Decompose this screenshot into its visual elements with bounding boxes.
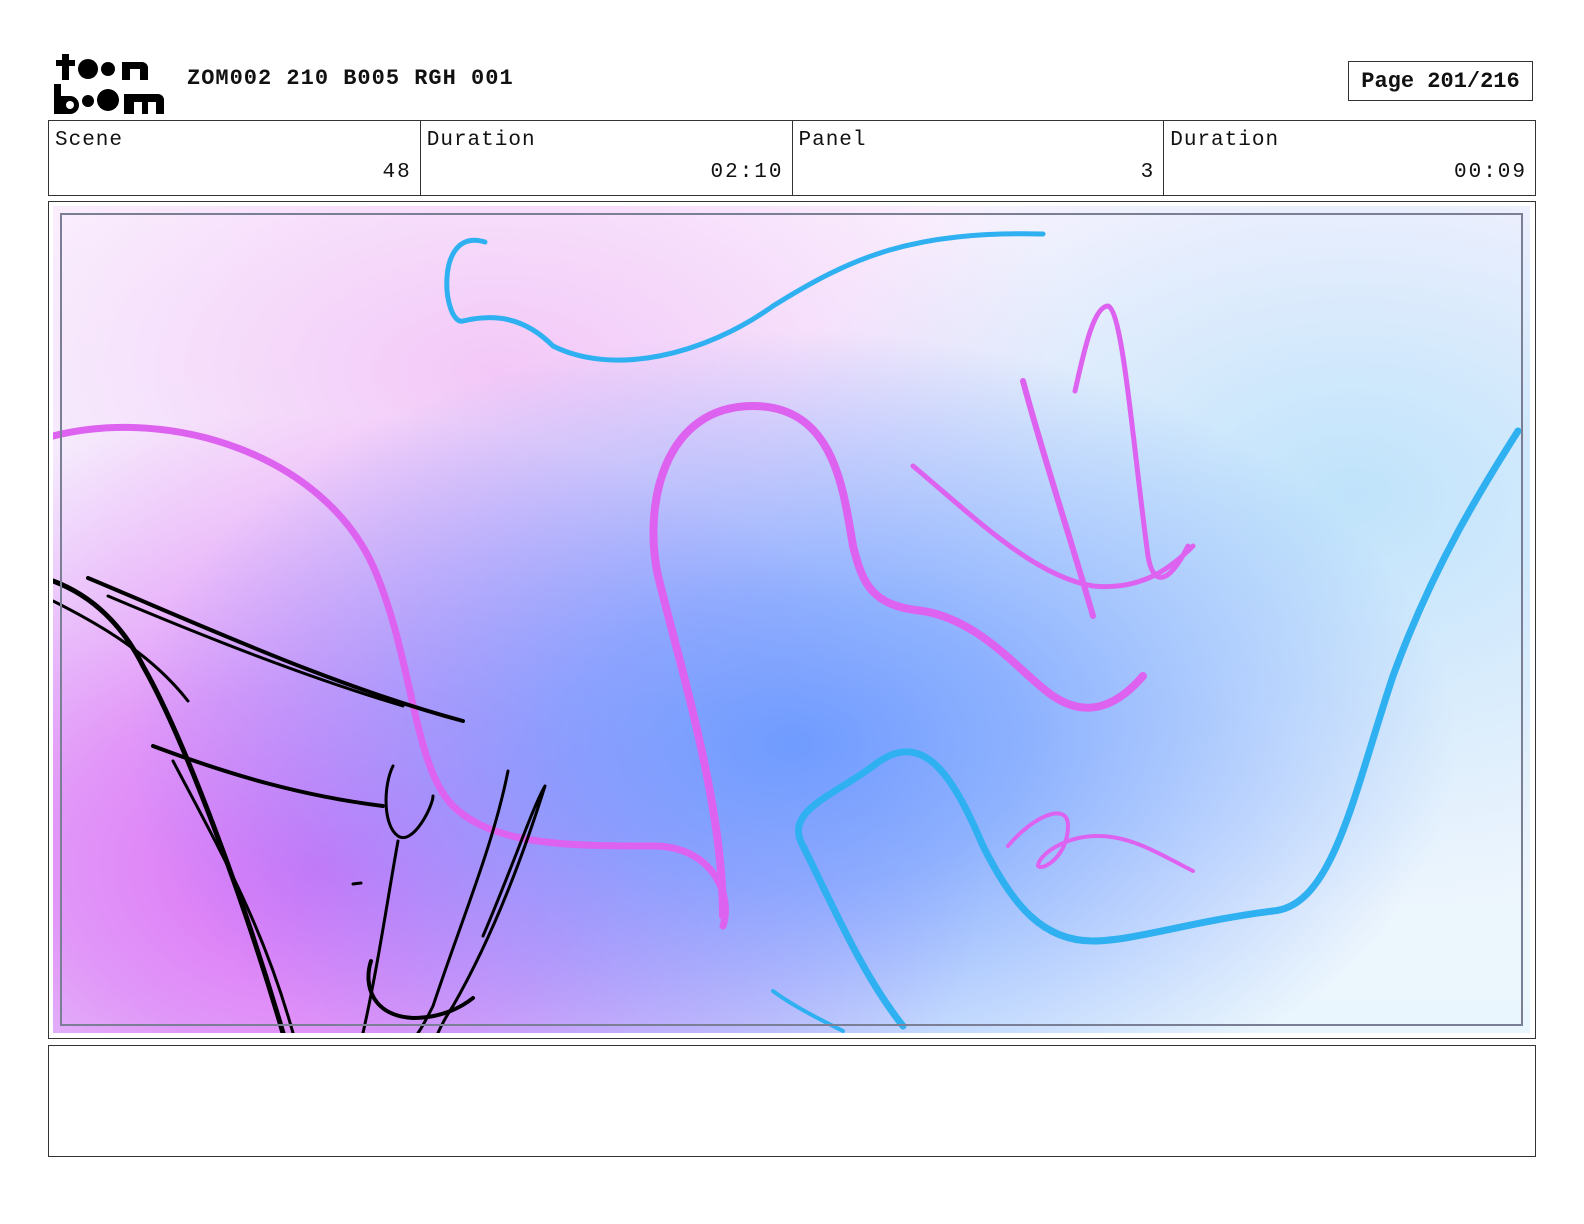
panel-duration-cell: Duration 00:09 [1164,121,1535,195]
pink-stroke-peak [1072,303,1191,580]
ink-stroke-11 [366,959,475,1020]
panel-value: 3 [1140,161,1156,184]
scene-duration-cell: Duration 02:10 [421,121,793,195]
info-row: Scene 48 Duration 02:10 Panel 3 Duration… [48,120,1536,196]
panel-duration-label: Duration [1170,129,1280,152]
pink-stroke-diag [1020,378,1096,619]
ink-stroke-1 [53,578,286,1033]
ink-stroke-6 [171,759,295,1033]
ink-stroke-dash [351,881,363,886]
notes-box[interactable] [48,1045,1536,1157]
panel-cell: Panel 3 [793,121,1165,195]
pink-stroke-loop [1006,811,1195,873]
scene-label: Scene [55,129,124,152]
blue-stroke-top [444,231,1046,363]
ink-stroke-3 [86,576,465,723]
toonboom-logo [50,50,166,114]
ink-stroke-7 [384,764,435,840]
panel-duration-value: 00:09 [1453,161,1527,184]
scene-value: 48 [382,161,412,184]
scene-duration-label: Duration [426,129,536,152]
storyboard-panel-drawing [53,206,1530,1033]
storyboard-panel-frame [48,201,1536,1039]
blue-stroke-right [794,427,1522,1030]
scene-cell: Scene 48 [49,121,421,195]
page-indicator: Page 201/216 [1348,61,1533,101]
pink-stroke-left [53,423,729,930]
panel-label: Panel [798,129,867,152]
blue-stroke-bottom [771,989,845,1033]
sketch-strokes [53,231,1522,1033]
document-title: ZOM002 210 B005 RGH 001 [187,66,514,91]
ink-stroke-2 [53,599,190,703]
ink-stroke-10 [436,784,547,1033]
scene-duration-value: 02:10 [710,161,784,184]
